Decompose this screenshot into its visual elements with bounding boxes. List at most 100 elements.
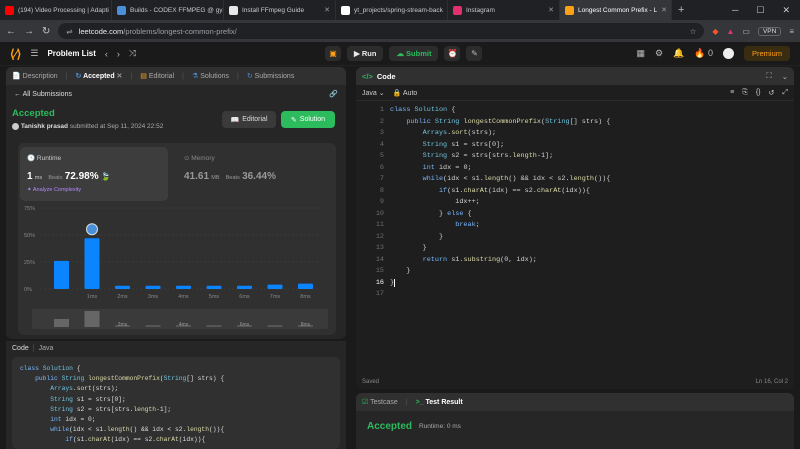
- x-tick-label: 7ms: [270, 294, 281, 300]
- browser-tab[interactable]: Install FFmpeg Guide ✕: [224, 0, 336, 20]
- tab-editorial[interactable]: ▤ Editorial: [140, 72, 174, 80]
- notes-icon[interactable]: ✎: [466, 46, 483, 61]
- user-name[interactable]: Tanishk prasad: [21, 123, 68, 130]
- code-line: public String longestCommonPrefix(String…: [406, 117, 611, 126]
- tab-description[interactable]: 📄 Description: [12, 72, 58, 80]
- mini-tick-label: 4ms: [179, 322, 189, 328]
- bar: [267, 284, 283, 289]
- close-window-icon[interactable]: ✕: [782, 5, 790, 16]
- debug-icon[interactable]: ▣: [325, 46, 341, 61]
- code-icon: </>: [362, 71, 373, 81]
- mini-tick-label: 6ms: [240, 322, 250, 328]
- url-path: /problems/longest-common-prefix/: [123, 26, 237, 36]
- url-bar[interactable]: ⇌ leetcode.com/problems/longest-common-p…: [58, 23, 705, 39]
- mini-bar: [206, 325, 222, 327]
- editor-toolbar: Java ⌄ 🔒 Auto ≡ ⎘ {} ↺ ⤢: [356, 85, 794, 101]
- code-line: while(idx < s1.length() && idx < s2.leng…: [422, 175, 611, 183]
- x-tick-label: 8ms: [300, 294, 311, 300]
- braces-icon[interactable]: {}: [756, 89, 761, 96]
- browser-tab[interactable]: Builds - CODEX FFMPEG @ gya✕: [112, 0, 224, 20]
- browser-tab-title: (194) Video Processing | Adapti: [18, 6, 109, 14]
- streak-counter[interactable]: 🔥 0: [694, 48, 713, 59]
- next-problem-icon[interactable]: ›: [117, 49, 120, 59]
- leetcode-logo[interactable]: ⟨∕⟩: [10, 47, 21, 61]
- browser-tab[interactable]: Instagram ✕: [448, 0, 560, 20]
- bookmark-code-icon[interactable]: ⎘: [742, 89, 748, 97]
- minimize-icon[interactable]: ─: [732, 5, 738, 16]
- link-icon[interactable]: 🔗: [329, 90, 338, 98]
- auto-mode[interactable]: 🔒 Auto: [393, 89, 418, 97]
- site-info-icon[interactable]: ⇌: [66, 27, 72, 36]
- runtime-unit: ms: [34, 175, 43, 181]
- close-tab-icon[interactable]: ✕: [548, 6, 554, 14]
- solution-button[interactable]: ✎ Solution: [281, 111, 335, 128]
- all-submissions-link[interactable]: ← All Submissions: [14, 91, 72, 98]
- memory-card[interactable]: ⊙ Memory 41.61 MB Beats 36.44%: [178, 147, 328, 201]
- layout-icon[interactable]: ▦: [636, 48, 645, 59]
- analyze-complexity-link[interactable]: ✦ Analyze Complexity: [27, 187, 81, 193]
- notifications-icon[interactable]: 🔔: [673, 48, 684, 59]
- tab-solutions-label: Solutions: [200, 73, 229, 80]
- forward-icon[interactable]: →: [24, 26, 34, 37]
- testcase-label: Testcase: [370, 399, 398, 406]
- y-tick-label: 50%: [24, 233, 35, 239]
- reset-icon[interactable]: ↺: [769, 89, 775, 97]
- line-number: 2: [379, 117, 384, 126]
- brave-shield-icon[interactable]: ◆: [712, 27, 718, 36]
- collapse-icon[interactable]: ⌄: [782, 72, 788, 81]
- back-icon[interactable]: ←: [6, 26, 16, 37]
- run-button[interactable]: ▶ Run: [347, 46, 384, 61]
- premium-button[interactable]: Premium: [743, 46, 790, 61]
- editor-code[interactable]: class Solution { public String longestCo…: [390, 105, 610, 301]
- editorial-button[interactable]: 📖 Editorial: [222, 111, 276, 128]
- code-line: public String longestCommonPrefix(String…: [35, 375, 225, 383]
- reload-icon[interactable]: ↻: [42, 26, 50, 37]
- tab-accepted[interactable]: ↻ Accepted ✕: [76, 72, 123, 80]
- line-number: 4: [379, 140, 384, 149]
- line-number: 14: [375, 255, 384, 264]
- tab-testcase[interactable]: ☑ Testcase: [362, 398, 398, 406]
- browser-tab-title: Longest Common Prefix - L: [578, 6, 658, 14]
- runtime-label: Runtime: [36, 155, 62, 162]
- browser-tab[interactable]: yt_projects/spring-stream-back✕: [336, 0, 448, 20]
- close-tab-icon[interactable]: ✕: [117, 73, 123, 80]
- code-label: Code: [12, 344, 29, 352]
- code-line: while(idx < s1.length() && idx < s2.leng…: [50, 426, 225, 434]
- prev-problem-icon[interactable]: ‹: [105, 49, 108, 59]
- line-number: 8: [379, 186, 384, 195]
- browser-tab[interactable]: (194) Video Processing | Adapti✕: [0, 0, 112, 20]
- new-tab-button[interactable]: +: [678, 4, 684, 16]
- tab-submissions[interactable]: ↻ Submissions: [247, 72, 295, 80]
- fullscreen-icon[interactable]: ⤢: [782, 89, 788, 97]
- browser-tab[interactable]: Longest Common Prefix - L ✕: [560, 0, 672, 20]
- tab-test-result[interactable]: >_ Test Result: [416, 399, 463, 406]
- line-number: 9: [379, 198, 384, 206]
- menu-icon[interactable]: ≡: [789, 27, 794, 36]
- x-tick-label: 1ms: [87, 294, 98, 300]
- close-tab-icon[interactable]: ✕: [324, 6, 330, 14]
- vpn-button[interactable]: VPN: [757, 26, 782, 36]
- maximize-icon[interactable]: ☐: [756, 5, 764, 16]
- line-number: 3: [379, 129, 384, 137]
- brave-rewards-icon[interactable]: ▲: [726, 27, 734, 36]
- tab-solutions[interactable]: ⚗ Solutions: [192, 72, 229, 80]
- avatar[interactable]: [722, 48, 734, 59]
- submission-status: Accepted: [12, 108, 55, 119]
- bookmark-icon[interactable]: ☆: [690, 27, 697, 36]
- browser-tab-title: yt_projects/spring-stream-back: [354, 6, 443, 14]
- close-tab-icon[interactable]: ✕: [661, 6, 667, 14]
- shuffle-icon[interactable]: ⤨: [129, 48, 136, 59]
- code-line: if(s1.charAt(idx) == s2.charAt(idx)){: [65, 436, 206, 444]
- format-icon[interactable]: ≡: [730, 89, 734, 96]
- code-editor-panel: </> Code ⛶ ⌄ Java ⌄ 🔒 Auto ≡ ⎘ {} ↺ ⤢ 12…: [356, 67, 794, 389]
- problem-list-link[interactable]: Problem List: [47, 49, 95, 58]
- alarm-icon[interactable]: ⏰: [444, 46, 461, 61]
- runtime-beats-label: Beats: [48, 175, 63, 181]
- submit-button[interactable]: ☁ Submit: [389, 46, 439, 61]
- expand-icon[interactable]: ⛶: [766, 71, 771, 81]
- tab-editorial-label: Editorial: [148, 73, 175, 80]
- language-select[interactable]: Java ⌄: [362, 89, 385, 97]
- sidebar-icon[interactable]: ▭: [742, 27, 750, 36]
- settings-icon[interactable]: ⚙: [655, 48, 663, 59]
- runtime-card[interactable]: 🕓 Runtime 1 ms Beats 72.98% 🍃 ✦ Analyze …: [20, 147, 168, 201]
